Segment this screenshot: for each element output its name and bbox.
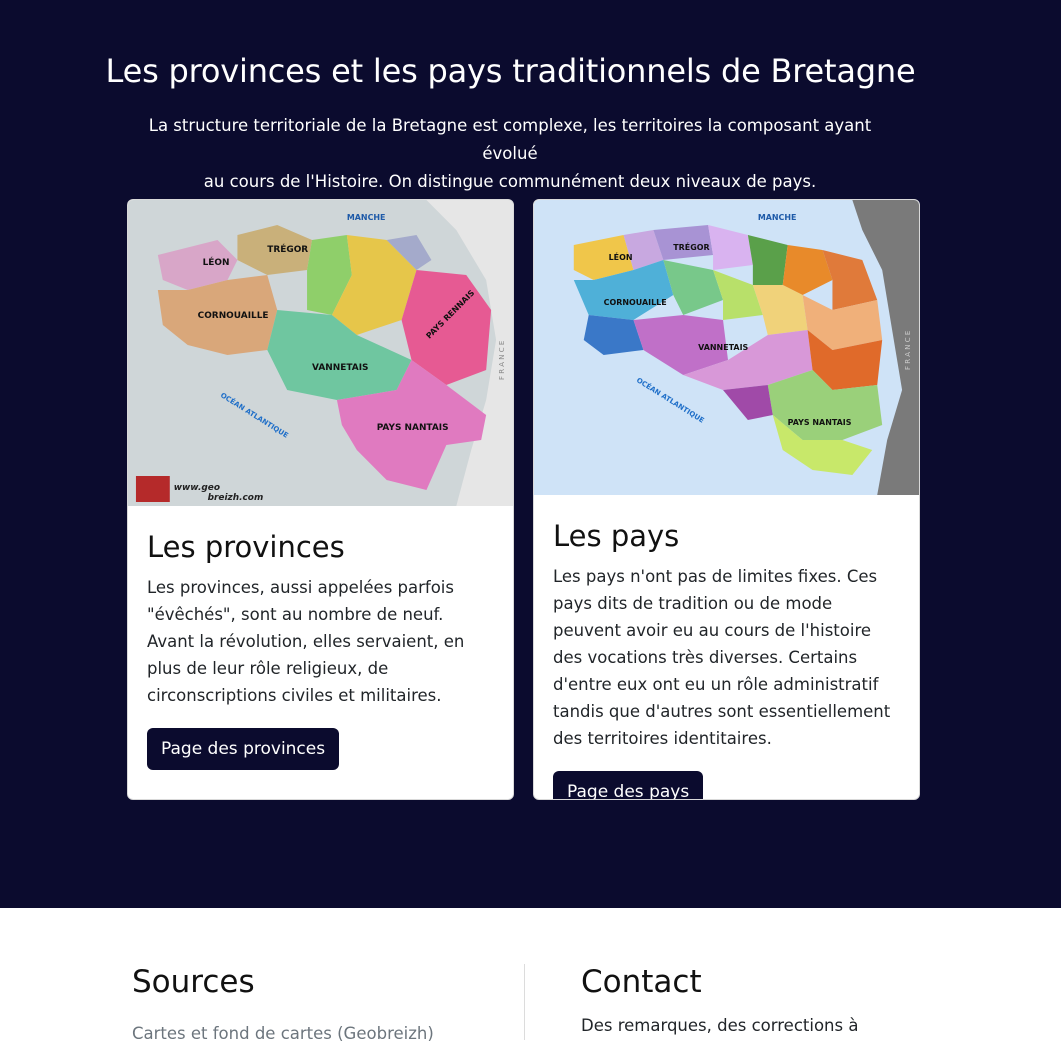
contact-text: Des remarques, des corrections à xyxy=(581,1016,859,1035)
svg-text:TRÉGOR: TRÉGOR xyxy=(267,243,308,255)
pays-map-image: LÉON TRÉGOR CORNOUAILLE VANNETAIS PAYS N… xyxy=(534,200,919,495)
svg-text:www.geo: www.geo xyxy=(174,483,220,493)
card-text-pays: Les pays n'ont pas de limites fixes. Ces… xyxy=(553,567,891,748)
card-title-provinces: Les provinces xyxy=(147,530,345,564)
svg-text:CORNOUAILLE: CORNOUAILLE xyxy=(604,298,667,307)
hero-lead-line-1: La structure territoriale de la Bretagne… xyxy=(148,116,872,163)
card-title-pays: Les pays xyxy=(553,519,680,553)
card-provinces: LÉON TRÉGOR CORNOUAILLE VANNETAIS PAYS N… xyxy=(127,199,514,800)
sources-link[interactable]: Cartes et fond de cartes (Geobreizh) xyxy=(132,1024,434,1043)
contact-title: Contact xyxy=(581,964,702,1000)
contact-section: Contact xyxy=(581,964,941,1000)
svg-text:MANCHE: MANCHE xyxy=(347,213,386,222)
sources-section: Sources xyxy=(132,964,492,1000)
card-pays: LÉON TRÉGOR CORNOUAILLE VANNETAIS PAYS N… xyxy=(533,199,920,800)
hero-lead: La structure territoriale de la Bretagne… xyxy=(130,112,890,196)
hero-lead-line-2: au cours de l'Histoire. On distingue com… xyxy=(203,172,817,191)
svg-text:LÉON: LÉON xyxy=(609,251,633,262)
svg-text:CORNOUAILLE: CORNOUAILLE xyxy=(198,311,269,321)
svg-text:F R A N C E: F R A N C E xyxy=(498,341,506,380)
svg-text:PAYS NANTAIS: PAYS NANTAIS xyxy=(377,423,449,433)
pays-page-button[interactable]: Page des pays xyxy=(553,771,704,799)
svg-text:F R A N C E: F R A N C E xyxy=(904,331,912,370)
page-title: Les provinces et les pays traditionnels … xyxy=(105,52,916,90)
svg-text:TRÉGOR: TRÉGOR xyxy=(673,241,709,252)
svg-text:breizh.com: breizh.com xyxy=(208,493,264,503)
provinces-page-button[interactable]: Page des provinces xyxy=(147,728,340,770)
hero-section: Les provinces et les pays traditionnels … xyxy=(0,0,1061,908)
provinces-map-image: LÉON TRÉGOR CORNOUAILLE VANNETAIS PAYS N… xyxy=(128,200,513,506)
card-text-provinces: Les provinces, aussi appelées parfois "é… xyxy=(147,578,465,705)
footer-divider xyxy=(524,964,525,1040)
svg-text:VANNETAIS: VANNETAIS xyxy=(698,343,748,352)
svg-text:VANNETAIS: VANNETAIS xyxy=(312,363,368,373)
sources-title: Sources xyxy=(132,964,255,1000)
svg-text:PAYS NANTAIS: PAYS NANTAIS xyxy=(788,418,852,427)
svg-text:MANCHE: MANCHE xyxy=(758,213,797,222)
map-label-leon: LÉON xyxy=(203,256,230,268)
